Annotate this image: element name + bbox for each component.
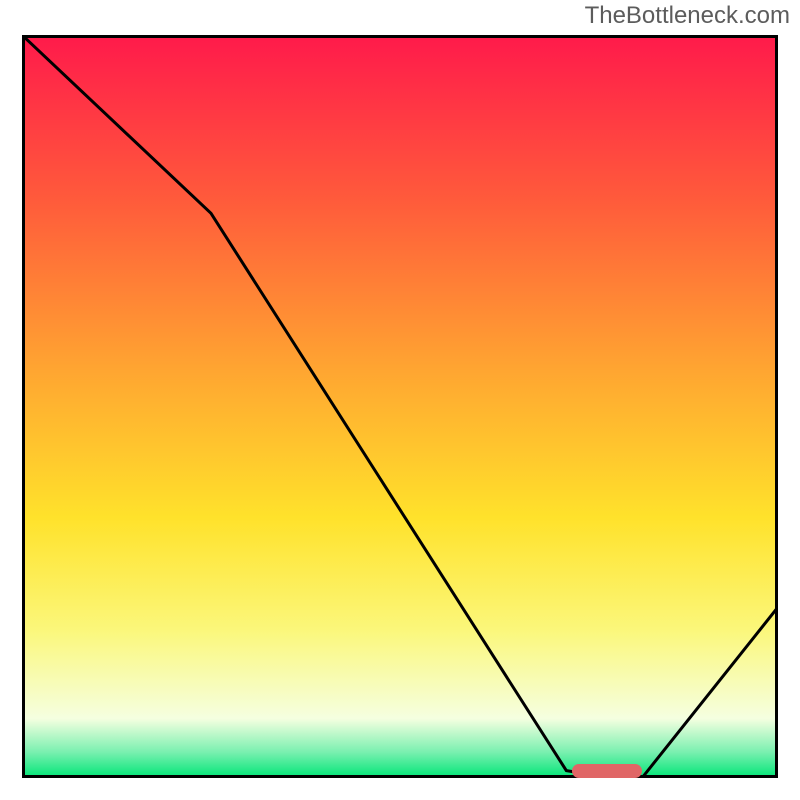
watermark-text: TheBottleneck.com [585,2,790,30]
flat-segment-marker [572,764,642,778]
gradient-background [22,35,778,778]
chart-svg [22,35,778,778]
chart-plot-area [22,35,778,778]
